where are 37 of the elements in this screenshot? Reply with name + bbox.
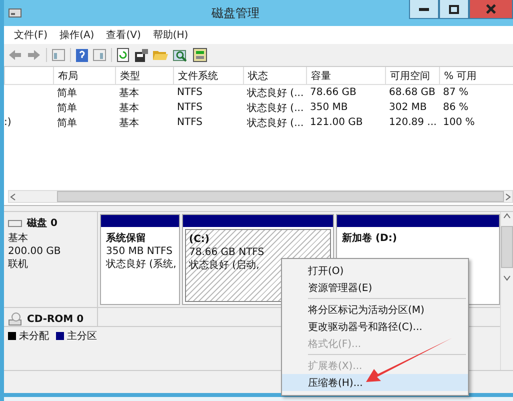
- window-title: 磁盘管理: [210, 4, 260, 22]
- table-cell: NTFS: [177, 87, 203, 98]
- table-cell: 100 %: [443, 117, 475, 128]
- table-cell: NTFS: [177, 117, 203, 128]
- table-cell: 基本: [119, 88, 139, 98]
- table-cell: NTFS: [177, 102, 203, 113]
- table-cell: 简单: [57, 88, 77, 98]
- disk-name: 磁盘 0: [27, 216, 58, 230]
- table-cell: 基本: [119, 102, 139, 114]
- partition-size: 78.66 GB NTFS: [189, 246, 264, 259]
- table-cell: 78.66 GB: [310, 87, 356, 98]
- table-cell: 简单: [57, 102, 77, 114]
- partition-status: 状态良好 (系统,: [106, 258, 176, 271]
- legend-label: 主分区: [67, 330, 97, 343]
- table-cell: 基本: [119, 118, 139, 128]
- table-cell: 121.00 GB: [310, 117, 363, 128]
- table-cell: 状态良好 (...: [247, 88, 304, 98]
- table-cell: 状态良好 (...: [247, 118, 304, 128]
- table-cell: 87 %: [443, 87, 468, 98]
- disk-type: 基本: [8, 232, 29, 245]
- partition-name: 系统保留: [106, 232, 146, 245]
- table-cell: 120.89 ...: [389, 117, 437, 128]
- table-cell: 86 %: [443, 102, 468, 113]
- table-cell: 状态良好 (...: [247, 102, 304, 114]
- partition-size: 350 MB NTFS: [106, 245, 172, 258]
- legend-label: 未分配: [19, 330, 49, 343]
- disk-status: 联机: [8, 258, 29, 271]
- table-cell: 简单: [57, 118, 77, 128]
- partition-name: (C:): [189, 233, 210, 246]
- table-cell: 68.68 GB: [389, 87, 436, 98]
- disk-name: CD-ROM 0: [27, 314, 84, 324]
- partition-name: 新加卷 (D:): [342, 232, 397, 245]
- table-cell: :): [4, 117, 12, 128]
- partition-status: 状态良好 (启动,: [189, 259, 260, 272]
- table-cell: 302 MB: [389, 102, 427, 113]
- table-cell: 350 MB: [310, 102, 348, 113]
- disk-size: 200.00 GB: [8, 245, 62, 258]
